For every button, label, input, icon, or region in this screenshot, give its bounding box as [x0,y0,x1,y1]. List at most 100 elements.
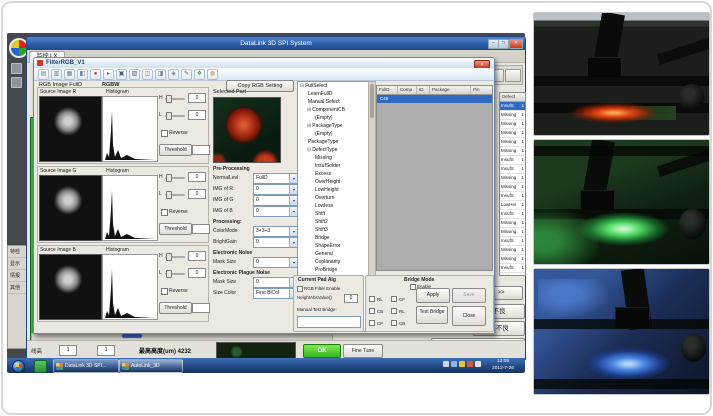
close-bridge-button[interactable]: Close [452,306,486,326]
defect-row[interactable]: Missing 1 [500,138,525,147]
value-box-2[interactable]: 1 [97,345,115,356]
defect-row[interactable]: Missing 1 [500,255,525,264]
preprocessing-dropdown[interactable]: 0▾ [253,257,299,268]
defect-list[interactable]: Defect InsufS 1 Missing 1 Missing 1 [499,92,526,276]
desktop-icon[interactable] [11,77,22,88]
tree-item[interactable]: Shift2 [298,218,375,226]
threshold-button[interactable]: Threshold [159,223,192,235]
preprocessing-dropdown[interactable]: 0▾ [253,195,299,206]
main-title-bar[interactable]: DataLink 3D SPI System [27,37,525,50]
start-button[interactable] [12,360,25,373]
h-value-input[interactable]: 0 [188,172,206,182]
tree-item[interactable]: (Empty) [298,114,375,122]
defect-row[interactable]: Missing 1 [500,111,525,120]
mini-toolbar-button[interactable] [505,69,521,82]
tree-item[interactable]: Shift [298,210,375,218]
pinned-app-icon[interactable] [34,360,47,373]
defect-row[interactable]: Missing 1 [500,246,525,255]
tree-item[interactable]: Shift3 [298,226,375,234]
bridge-checkbox[interactable] [391,320,397,326]
save-icon[interactable]: ▥ [51,69,62,80]
bridge-checkbox[interactable] [369,320,375,326]
defect-row[interactable]: InsufS 1 [500,210,525,219]
preprocessing-dropdown[interactable]: 0▾ [253,184,299,195]
taskbar-item-autolink[interactable]: AutoLink_3D [119,359,183,373]
defect-row[interactable]: Missing 1 [500,129,525,138]
palette-icon[interactable]: ❖ [194,69,205,80]
defect-row[interactable]: Missing 1 [500,219,525,228]
defect-row[interactable]: Bridge 1 [500,273,525,276]
tree-item[interactable]: Missing [298,154,375,162]
bridge-checkbox[interactable] [391,296,397,302]
defect-row[interactable]: InsufS 1 [500,264,525,273]
tree-item[interactable]: General [298,250,375,258]
image-icon[interactable]: ▨ [129,69,140,80]
defect-row[interactable]: Missing 1 [500,147,525,156]
ok-button[interactable]: OK [303,344,341,358]
layers-icon[interactable]: ◧ [77,69,88,80]
bridge-check-item[interactable]: RL [369,293,391,305]
test-bridge-button[interactable]: Test Bridge [416,306,448,324]
defect-row[interactable]: Missing 1 [500,120,525,129]
tree-item[interactable]: PackageType [298,138,375,146]
tree-item[interactable]: InsufSolder [298,162,375,170]
tree-expander-icon[interactable]: ⊞ [307,107,311,113]
l-slider-thumb[interactable] [166,191,172,199]
open-icon[interactable]: ▤ [38,69,49,80]
user-icon[interactable]: ◍ [207,69,218,80]
source-image[interactable] [39,96,102,162]
reverse-checkbox[interactable] [161,130,168,137]
copy-icon[interactable]: ◨ [155,69,166,80]
tree-item[interactable]: (Empty) [298,130,375,138]
tray-icon[interactable] [443,361,449,367]
bridge-check-item[interactable]: CB [369,305,391,317]
tree-expander-icon[interactable]: ⊟ [300,83,304,89]
preprocessing-dropdown[interactable]: 3+3+3▾ [253,226,299,237]
close-button[interactable]: ✕ [509,39,523,49]
tree-item[interactable]: OverHeight [298,178,375,186]
scrollbar-thumb[interactable] [122,334,142,338]
defect-row[interactable]: InsufS 1 [500,102,525,111]
taskbar-item-datalink[interactable]: DataLink 3D SPI... [53,359,119,373]
threshold-value-input[interactable] [192,145,210,155]
preprocessing-dropdown[interactable]: 0▾ [253,206,299,217]
l-slider-thumb[interactable] [166,112,172,120]
defect-row[interactable]: Missing 1 [500,228,525,237]
tree-expander-icon[interactable]: ⊞ [307,123,311,129]
h-slider-thumb[interactable] [166,95,172,103]
defect-row[interactable]: InsufS 1 [500,192,525,201]
tree-item[interactable]: Coplanarity [298,258,375,266]
tree-item[interactable]: ⊞ComponentCB [298,106,375,114]
tree-item[interactable]: LowHeight [298,186,375,194]
grid-icon[interactable]: ▦ [64,69,75,80]
tray-icon[interactable] [475,361,481,367]
bridge-check-item[interactable]: CF [369,317,391,329]
maximize-button[interactable]: □ [498,39,509,49]
defect-row[interactable]: InsufS 1 [500,156,525,165]
fine-tune-button[interactable]: Fine Tune [343,344,383,358]
threshold-value-input[interactable] [192,303,210,313]
save-button[interactable]: Save [452,288,486,303]
bridge-checkbox[interactable] [369,296,375,302]
preprocessing-dropdown[interactable]: FullD▾ [253,173,299,184]
l-value-input[interactable]: 0 [188,189,206,199]
reverse-checkbox[interactable] [161,288,168,295]
tree-item[interactable]: Overturn [298,194,375,202]
defect-row[interactable]: LowHei 1 [500,201,525,210]
value-box-1[interactable]: 1 [59,345,77,356]
l-slider-thumb[interactable] [166,270,172,278]
manual-test-bridge-input[interactable] [297,316,361,328]
tray-icon[interactable] [459,361,465,367]
defect-row[interactable]: InsufS 1 [500,165,525,174]
l-value-input[interactable]: 0 [188,110,206,120]
taskbar-clock[interactable]: 13:05 2012-7-26 [483,359,523,372]
h-value-input[interactable]: 0 [188,93,206,103]
desktop-icon[interactable] [11,63,22,74]
play-icon[interactable]: ▸ [103,69,114,80]
h-slider-thumb[interactable] [166,253,172,261]
tree-item[interactable]: ProBridge [298,266,375,274]
tree-expander-icon[interactable]: ⊟ [307,147,311,153]
tree-item[interactable]: ⊟FullSelect [298,82,375,90]
bridge-check-item[interactable]: CF [391,293,413,305]
tree-item[interactable]: ⊟DefectType [298,146,375,154]
